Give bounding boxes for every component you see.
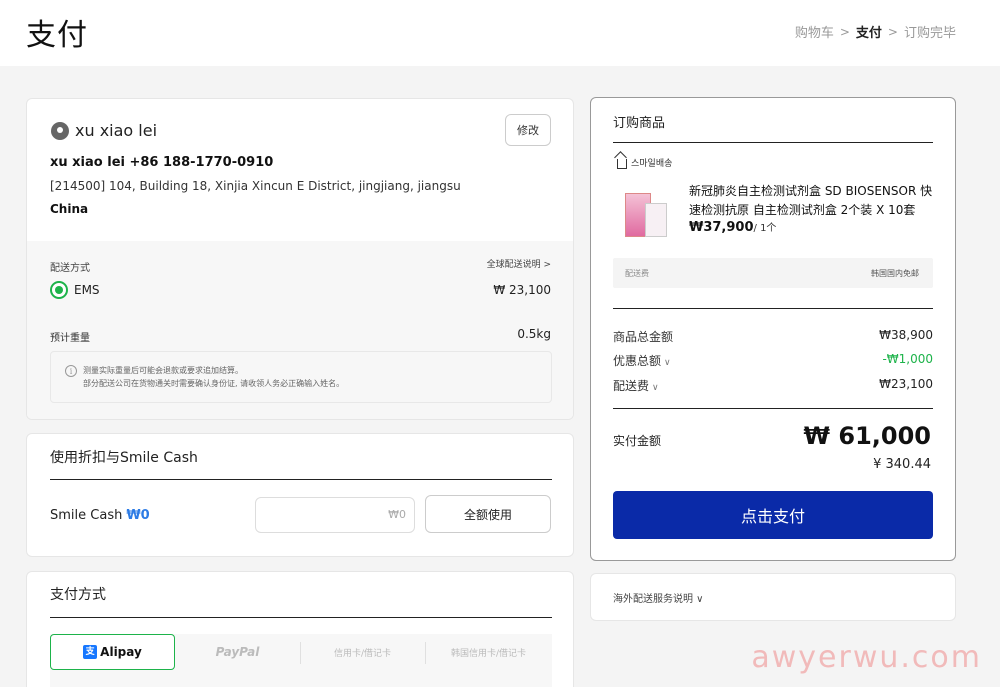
tab-paypal[interactable]: PayPal xyxy=(175,634,300,670)
weight-label: 预计重量 xyxy=(50,333,90,344)
payment-tabs: 支 Alipay PayPal 信用卡/借记卡 韩国信用卡/借记卡 xyxy=(50,634,552,687)
payment-method-title: 支付方式 xyxy=(50,587,106,603)
order-title: 订购商品 xyxy=(613,116,666,131)
chevron-down-icon: ∨ xyxy=(652,383,659,393)
edit-address-button[interactable]: 修改 xyxy=(505,114,551,146)
address-country: China xyxy=(50,202,89,216)
delivery-row[interactable]: 配送费 ∨ ₩23,100 xyxy=(613,377,933,394)
divider xyxy=(613,408,933,409)
discount-total-label: 优惠总额 xyxy=(613,354,662,368)
delivery-value: ₩23,100 xyxy=(879,377,933,391)
shipping-method-label: 配送方式 xyxy=(50,263,90,274)
notice-line-1: 测量实际重量后可能会退款或要求追加结算。 xyxy=(83,366,243,375)
pay-amount-cny: ¥ 340.44 xyxy=(873,457,931,472)
product-price: ₩37,900/ 1个 xyxy=(689,219,776,235)
address-name: xu xiao lei xyxy=(75,121,158,140)
seller: 스마일배송 xyxy=(617,156,672,169)
breadcrumb-done: 订购完毕 xyxy=(903,26,956,41)
shipping-fee-value: 韩国国内免邮 xyxy=(871,269,919,278)
paypal-label: PayPal xyxy=(215,645,260,659)
use-all-button[interactable]: 全额使用 xyxy=(425,495,551,533)
tab-korean-credit-card[interactable]: 韩国信用卡/借记卡 xyxy=(425,634,552,670)
weight-notice: i 测量实际重量后可能会退款或要求追加结算。 部分配送公司在货物通关时需要确认身… xyxy=(50,351,552,403)
breadcrumb-pay: 支付 xyxy=(855,26,882,41)
order-summary-card: 订购商品 스마일배송 新冠肺炎自主检测试剂盒 SD BIOSENSOR 快速检测… xyxy=(590,97,956,561)
chevron-down-icon: ∨ xyxy=(664,358,671,368)
total-value: ₩38,900 xyxy=(879,328,933,342)
product-name[interactable]: 新冠肺炎自主检测试剂盒 SD BIOSENSOR 快速检测抗原 自主检测试剂盒 … xyxy=(689,182,939,220)
alipay-icon: 支 xyxy=(83,645,98,659)
shipping-fee-label: 配送费 xyxy=(625,269,649,278)
breadcrumb-sep: > xyxy=(887,24,898,39)
address-contact: xu xiao lei +86 188-1770-0910 xyxy=(50,155,274,170)
header: 支付 购物车 > 支付 > 订购完毕 xyxy=(0,0,1000,66)
pay-amount-label: 实付金额 xyxy=(613,434,662,448)
breadcrumb-sep: > xyxy=(839,24,850,39)
product-price-value: ₩37,900 xyxy=(689,220,754,235)
total-label: 商品总金额 xyxy=(613,330,674,344)
breadcrumb: 购物车 > 支付 > 订购完毕 xyxy=(795,22,956,42)
product-image[interactable] xyxy=(623,189,671,241)
notice-line-2: 部分配送公司在货物通关时需要确认身份证, 请收领人务必正确输入姓名。 xyxy=(83,379,345,388)
tab-alipay[interactable]: 支 Alipay xyxy=(50,634,175,670)
address-card: xu xiao lei 修改 xu xiao lei +86 188-1770-… xyxy=(26,98,574,420)
home-icon xyxy=(617,159,627,169)
shipping-section: 配送方式 全球配送说明 > EMS ₩ 23,100 预计重量 0.5kg i … xyxy=(27,241,573,419)
seller-name: 스마일배송 xyxy=(631,159,673,169)
ems-radio[interactable] xyxy=(50,281,68,299)
product-qty: / 1个 xyxy=(753,223,777,234)
pay-amount: ₩ 61,000 xyxy=(803,422,931,450)
discount-row[interactable]: 优惠总额 ∨ -₩1,000 xyxy=(613,352,933,369)
overseas-shipping-label: 海外配送服务说明 ∨ xyxy=(613,594,704,605)
page-title: 支付 xyxy=(26,18,88,53)
divider xyxy=(50,479,552,480)
discount-card: 使用折扣与Smile Cash Smile Cash ₩0 ₩0 全额使用 xyxy=(26,433,574,557)
divider xyxy=(613,308,933,309)
alipay-label: Alipay xyxy=(100,645,142,659)
ems-label: EMS xyxy=(74,283,100,297)
ems-price: ₩ 23,100 xyxy=(493,283,551,297)
delivery-label: 配送费 xyxy=(613,379,650,393)
smile-cash-text: Smile Cash xyxy=(50,508,123,523)
watermark: awyerwu.com xyxy=(751,640,982,675)
divider xyxy=(613,142,933,143)
tab-credit-card[interactable]: 信用卡/借记卡 xyxy=(300,634,425,670)
breadcrumb-cart[interactable]: 购物车 xyxy=(795,22,834,41)
discount-total-value: -₩1,000 xyxy=(882,352,933,366)
address-street: [214500] 104, Building 18, Xinjia Xincun… xyxy=(50,179,461,193)
discount-title: 使用折扣与Smile Cash xyxy=(50,450,198,466)
total-row: 商品总金额 ₩38,900 xyxy=(613,328,933,345)
payment-method-card: 支付方式 支 Alipay PayPal 信用卡/借记卡 韩国信用卡/借记卡 xyxy=(26,571,574,687)
weight-value: 0.5kg xyxy=(517,327,551,341)
product-box-side xyxy=(645,203,667,237)
smile-cash-input[interactable]: ₩0 xyxy=(255,497,415,533)
divider xyxy=(50,617,552,618)
info-icon: i xyxy=(65,365,77,377)
address-header: xu xiao lei xyxy=(51,121,157,140)
location-pin-icon xyxy=(51,121,69,140)
global-shipping-info-link[interactable]: 全球配送说明 > xyxy=(487,257,551,270)
smile-cash-label: Smile Cash ₩0 xyxy=(50,508,150,523)
shipping-fee-row: 配送费 韩国国内免邮 xyxy=(613,258,933,288)
smile-cash-value: ₩0 xyxy=(126,508,150,523)
overseas-shipping-card[interactable]: 海外配送服务说明 ∨ xyxy=(590,573,956,621)
pay-button[interactable]: 点击支付 xyxy=(613,491,933,539)
